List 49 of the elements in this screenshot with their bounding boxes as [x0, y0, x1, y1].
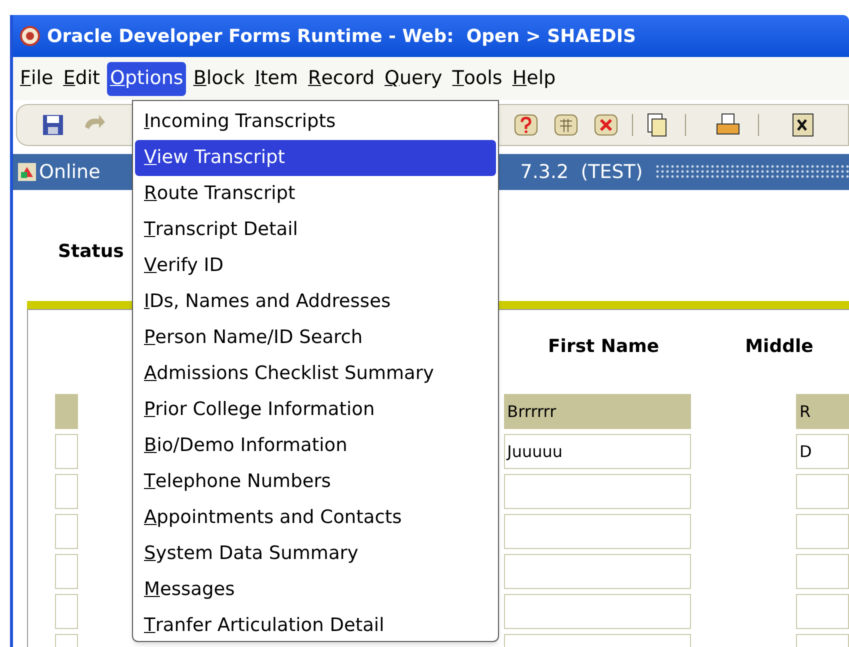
first-name-field[interactable] [504, 474, 691, 509]
menu-item[interactable]: Query [382, 62, 446, 96]
form-version: 7.3.2 (TEST) [520, 160, 643, 185]
menu-option[interactable]: System Data Summary [135, 536, 496, 572]
first-name-field[interactable]: Brrrrrr [504, 394, 691, 429]
first-name-field[interactable] [504, 594, 691, 629]
menu-option[interactable]: View Transcript [135, 140, 496, 176]
menu-option[interactable]: Verify ID [135, 248, 496, 284]
middle-name-field[interactable] [796, 474, 849, 509]
middle-name-field[interactable] [796, 514, 849, 549]
menu-item[interactable]: Help [509, 62, 559, 96]
column-header: First Name [548, 334, 660, 358]
menu-option[interactable]: Appointments and Contacts [135, 500, 496, 536]
record-indicator[interactable] [55, 394, 78, 429]
column-header: Middle [745, 334, 814, 358]
menu-option[interactable]: Tranfer Articulation Detail [135, 608, 496, 644]
menu-item[interactable]: Edit [60, 62, 103, 96]
form-title: Online [39, 160, 100, 185]
menu-item[interactable]: Options [107, 62, 186, 96]
menu-option[interactable]: Messages [135, 572, 496, 608]
menu-item[interactable]: Record [305, 62, 378, 96]
menu-option[interactable]: Telephone Numbers [135, 464, 496, 500]
menu-item[interactable]: Item [252, 62, 301, 96]
middle-name-field[interactable]: D [796, 434, 849, 469]
first-name-field[interactable] [504, 514, 691, 549]
status-label: Status [58, 240, 124, 264]
window-title: Oracle Developer Forms Runtime - Web: Open > SHAEDIS [47, 24, 636, 48]
record-indicator[interactable] [55, 554, 78, 589]
menu-option[interactable]: Route Transcript [135, 176, 496, 212]
menu-item[interactable]: Tools [449, 62, 506, 96]
record-indicator[interactable] [55, 434, 78, 469]
menu-option[interactable]: Person Name/ID Search [135, 320, 496, 356]
record-indicator[interactable] [55, 474, 78, 509]
middle-name-field[interactable] [796, 554, 849, 589]
menu-item[interactable]: Block [190, 62, 248, 96]
menu-option[interactable]: Bio/Demo Information [135, 428, 496, 464]
menu-option[interactable]: Admissions Checklist Summary [135, 356, 496, 392]
first-name-field[interactable] [504, 554, 691, 589]
menu-item[interactable]: File [17, 62, 56, 96]
first-name-field[interactable]: Juuuuu [504, 434, 691, 469]
record-indicator[interactable] [55, 514, 78, 549]
middle-name-field[interactable]: R [796, 394, 849, 429]
record-indicator[interactable] [55, 594, 78, 629]
menu-option[interactable]: IDs, Names and Addresses [135, 284, 496, 320]
form-icon [17, 162, 37, 182]
app-icon [19, 25, 41, 47]
menu-option[interactable]: Prior College Information [135, 392, 496, 428]
middle-name-field[interactable] [796, 594, 849, 629]
menu-option[interactable]: Transcript Detail [135, 212, 496, 248]
